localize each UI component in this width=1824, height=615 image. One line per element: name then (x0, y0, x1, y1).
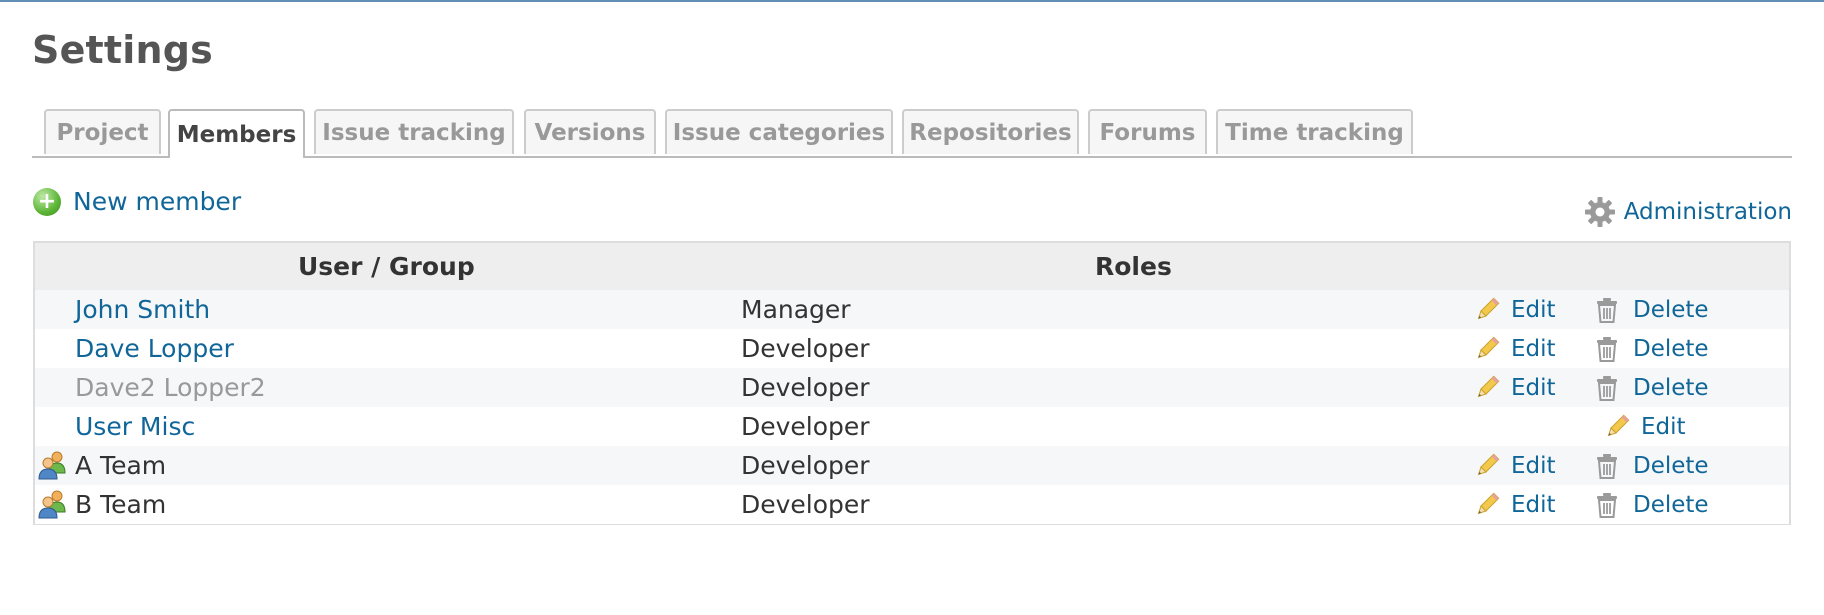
member-name-link[interactable]: Dave2 Lopper2 (75, 368, 266, 407)
new-member-link[interactable]: + New member (33, 187, 241, 216)
delete-button[interactable]: Delete (1595, 446, 1709, 485)
member-name-link[interactable]: User Misc (75, 407, 195, 446)
edit-label: Edit (1641, 413, 1686, 440)
table-row: John Smith Manager Edit Delete (35, 290, 1789, 329)
table-row: A Team Developer Edit Delete (35, 446, 1789, 485)
edit-label: Edit (1511, 452, 1556, 479)
administration-link[interactable]: Administration (1584, 196, 1792, 228)
header-user-group: User / Group (298, 252, 475, 281)
edit-button[interactable]: Edit (1473, 329, 1556, 368)
member-role: Developer (741, 490, 870, 519)
group-icon (37, 449, 69, 481)
administration-label: Administration (1623, 199, 1792, 225)
group-icon (37, 488, 69, 520)
delete-label: Delete (1633, 374, 1709, 401)
new-member-label: New member (73, 187, 242, 216)
delete-label: Delete (1633, 296, 1709, 323)
member-role: Developer (741, 334, 870, 363)
pencil-icon (1473, 296, 1501, 324)
tab-members[interactable]: Members (168, 109, 305, 158)
edit-button[interactable]: Edit (1473, 446, 1556, 485)
member-role: Manager (741, 295, 851, 324)
member-role: Developer (741, 373, 870, 402)
tab-issue-tracking[interactable]: Issue tracking (314, 109, 514, 154)
trash-icon (1595, 336, 1619, 362)
edit-button[interactable]: Edit (1473, 290, 1556, 329)
member-name-link[interactable]: John Smith (75, 290, 210, 329)
pencil-icon (1473, 452, 1501, 480)
member-role: Developer (741, 451, 870, 480)
members-table: User / Group Roles John Smith Manager Edit… (33, 241, 1791, 525)
tab-project[interactable]: Project (44, 109, 161, 154)
delete-button[interactable]: Delete (1595, 329, 1709, 368)
member-role: Developer (741, 412, 870, 441)
edit-button[interactable]: Edit (1473, 368, 1556, 407)
table-header: User / Group Roles (35, 243, 1789, 290)
delete-label: Delete (1633, 491, 1709, 518)
table-row: Dave Lopper Developer Edit Delete (35, 329, 1789, 368)
delete-label: Delete (1633, 335, 1709, 362)
pencil-icon (1473, 374, 1501, 402)
pencil-icon (1603, 413, 1631, 441)
pencil-icon (1473, 335, 1501, 363)
delete-button[interactable]: Delete (1595, 368, 1709, 407)
member-name-link[interactable]: Dave Lopper (75, 329, 234, 368)
trash-icon (1595, 453, 1619, 479)
pencil-icon (1473, 491, 1501, 519)
delete-button[interactable]: Delete (1595, 290, 1709, 329)
table-row: User Misc Developer Edit (35, 407, 1789, 446)
edit-label: Edit (1511, 374, 1556, 401)
edit-button[interactable]: Edit (1473, 485, 1556, 524)
delete-label: Delete (1633, 452, 1709, 479)
delete-button[interactable]: Delete (1595, 485, 1709, 524)
page-title: Settings (32, 28, 213, 72)
tab-repositories[interactable]: Repositories (902, 109, 1079, 154)
gear-icon (1584, 197, 1615, 227)
trash-icon (1595, 375, 1619, 401)
settings-tabs: Project Members Issue tracking Versions … (32, 109, 1792, 158)
tab-versions[interactable]: Versions (524, 109, 656, 154)
header-roles: Roles (1095, 252, 1172, 281)
edit-label: Edit (1511, 335, 1556, 362)
trash-icon (1595, 297, 1619, 323)
table-row: Dave2 Lopper2 Developer Edit Delete (35, 368, 1789, 407)
top-border (0, 0, 1824, 2)
tab-time-tracking[interactable]: Time tracking (1216, 109, 1413, 154)
tab-forums[interactable]: Forums (1088, 109, 1207, 154)
member-name: A Team (75, 451, 167, 480)
edit-button[interactable]: Edit (1603, 407, 1686, 446)
edit-label: Edit (1511, 491, 1556, 518)
tab-issue-categories[interactable]: Issue categories (665, 109, 893, 154)
trash-icon (1595, 492, 1619, 518)
edit-label: Edit (1511, 296, 1556, 323)
add-icon: + (33, 187, 61, 216)
member-name: B Team (75, 490, 167, 519)
table-row: B Team Developer Edit Delete (35, 485, 1789, 524)
